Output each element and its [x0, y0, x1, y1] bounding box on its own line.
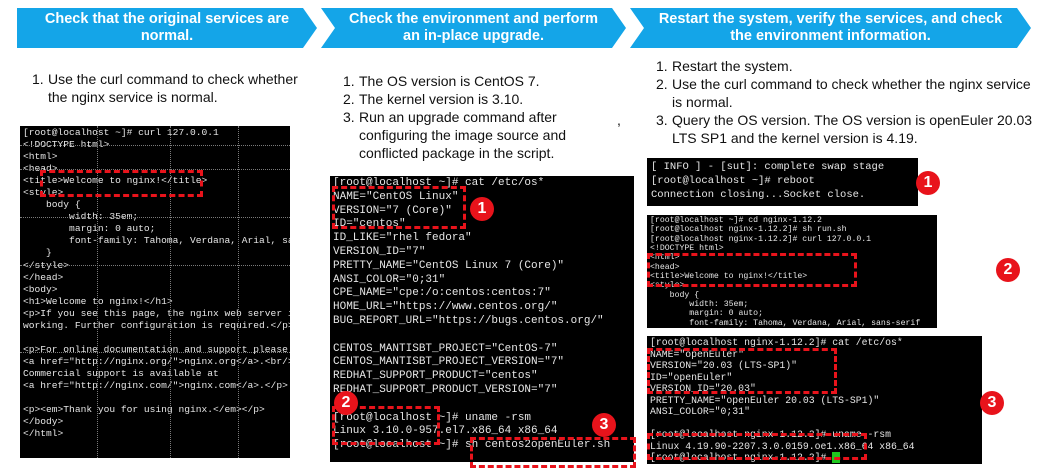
terminal-line: <a href="http://nginx.com/">nginx.com</a… [23, 379, 288, 391]
step-item: 3. Query the OS version. The OS version i… [656, 111, 1036, 147]
terminal-line: [root@localhost ~]# cd nginx-1.12.2 [650, 216, 822, 225]
terminal-line: REDHAT_SUPPORT_PRODUCT_VERSION="7" [333, 383, 558, 396]
terminal-line: <html> [23, 151, 58, 163]
step-number: 2. [656, 76, 668, 92]
terminal-line: CPE_NAME="cpe:/o:centos:centos:7" [333, 287, 551, 300]
step-text: Restart the system. [672, 58, 793, 74]
step-number: 1. [656, 58, 668, 74]
terminal-line: working. Further configuration is requir… [23, 319, 290, 331]
terminal-line: [ INFO ] - [sut]: complete swap stage [651, 161, 885, 173]
terminal-line: </body> [23, 416, 64, 428]
terminal-line: margin: 0 auto; [650, 309, 764, 319]
terminal-line: [root@localhost nginx-1.12.2]# cat /etc/… [650, 337, 903, 348]
terminal-line: ID_LIKE="rhel fedora" [333, 232, 472, 245]
steps-list-2: 1. The OS version is CentOS 7. 2. The kerne… [343, 72, 608, 162]
step-header-1-text: Check that the original services are nor… [44, 11, 290, 44]
step-item: 1. Use the curl command to check whether … [32, 70, 307, 106]
step-header-3-text: Restart the system, verify the services,… [658, 11, 1003, 44]
steps-list-1: 1. Use the curl command to check whether … [32, 70, 307, 106]
highlight-kernel-419 [647, 433, 867, 460]
terminal-line: body { [23, 199, 81, 211]
step-item: 2. Use the curl command to check whether … [656, 75, 1036, 111]
step-text: Query the OS version. The OS version is … [672, 112, 1033, 146]
highlight-nginx-after [647, 253, 857, 287]
terminal-line: ANSI_COLOR="0;31" [650, 406, 750, 418]
terminal-line: <body> [23, 283, 58, 295]
terminal-line: font-family: Tahoma, Verdana, Arial, sa [23, 235, 290, 247]
terminal-line: Connection closing...Socket close. [651, 188, 866, 201]
badge-3: 3 [592, 413, 616, 437]
step-text: Run an upgrade command after configuring… [359, 109, 567, 161]
guide-line [238, 126, 239, 458]
terminal-line: VERSION_ID="7" [333, 245, 426, 258]
terminal-line: REDHAT_SUPPORT_PRODUCT="centos" [333, 370, 538, 383]
terminal-line: <p><em>Thank you for using nginx.</em></… [23, 404, 265, 416]
step-number: 1. [343, 73, 355, 89]
terminal-line: CENTOS_MANTISBT_PROJECT="CentOS-7" [333, 342, 558, 355]
highlight-nginx-title [40, 170, 203, 197]
highlight-centos-version [332, 186, 466, 229]
badge-1: 1 [916, 171, 940, 195]
highlight-upgrade-command [470, 437, 636, 468]
step-text: Use the curl command to check whether th… [48, 71, 298, 105]
step-item: 1. The OS version is CentOS 7. [343, 72, 608, 90]
terminal-line: PRETTY_NAME="openEuler 20.03 (LTS-SP1)" [650, 394, 880, 406]
badge-2: 2 [996, 258, 1020, 282]
terminal-line: [root@localhost nginx-1.12.2]# sh run.sh [650, 225, 847, 235]
step-number: 1. [32, 71, 44, 87]
terminal-line: CENTOS_MANTISBT_PROJECT_VERSION="7" [333, 356, 565, 369]
terminal-line: margin: 0 auto; [23, 223, 156, 235]
guide-line [20, 145, 290, 146]
terminal-line: </html> [23, 428, 64, 440]
step-header-3: Restart the system, verify the services,… [630, 8, 1031, 48]
step-text: The kernel version is 3.10. [359, 91, 524, 107]
terminal-line: <a href="http://nginx.org/">nginx.org</a… [23, 355, 290, 367]
steps-list-3: 1. Restart the system. 2. Use the curl comm… [656, 57, 1036, 147]
terminal-line: [root@localhost ~]# reboot [651, 174, 815, 187]
guide-line [20, 217, 290, 218]
terminal-line: <h1>Welcome to nginx!</h1> [23, 295, 173, 307]
badge-2: 2 [334, 391, 358, 415]
guide-line [20, 265, 290, 266]
step-item: 2. The kernel version is 3.10. [343, 90, 608, 108]
stray-comma: , [617, 112, 621, 128]
terminal-line: <p>For online documentation and support … [23, 343, 288, 355]
terminal-line: <!DOCTYPE html> [650, 244, 724, 254]
terminal-line: ANSI_COLOR="0;31" [333, 273, 446, 286]
terminal-line: font-family: Tahoma, Verdana, Arial, san… [650, 318, 921, 328]
step-number: 2. [343, 91, 355, 107]
terminal-reboot: [ INFO ] - [sut]: complete swap stage [ro… [647, 158, 918, 206]
terminal-line: body { [650, 290, 700, 300]
terminal-line: HOME_URL="https://www.centos.org/" [333, 301, 558, 314]
step-item: 1. Restart the system. [656, 57, 1036, 75]
step-text: The OS version is CentOS 7. [359, 73, 540, 89]
terminal-line: BUG_REPORT_URL="https://bugs.centos.org/… [333, 314, 604, 327]
step-header-1: Check that the original services are nor… [17, 8, 317, 48]
step-item: 3. Run an upgrade command after configuri… [343, 108, 608, 162]
highlight-openeuler-version [647, 348, 837, 394]
step-header-2-text: Check the environment and perform an in-… [349, 11, 598, 44]
step-text: Use the curl command to check whether th… [672, 76, 1031, 110]
terminal-line: </head> [23, 271, 64, 283]
badge-3: 3 [980, 391, 1004, 415]
guide-line [20, 352, 290, 353]
terminal-line: PRETTY_NAME="CentOS Linux 7 (Core)" [333, 259, 565, 272]
terminal-line: } [23, 247, 52, 259]
step-header-2: Check the environment and perform an in-… [321, 8, 626, 48]
terminal-line: <p>If you see this page, the nginx web s… [23, 307, 290, 319]
terminal-line: [root@localhost nginx-1.12.2]# curl 127.… [650, 234, 872, 244]
terminal-line: Commercial support is available at [23, 367, 219, 379]
terminal-line: [root@localhost ~]# curl 127.0.0.1 [23, 127, 219, 138]
step-number: 3. [656, 112, 668, 128]
step-number: 3. [343, 109, 355, 125]
badge-1: 1 [470, 197, 494, 221]
